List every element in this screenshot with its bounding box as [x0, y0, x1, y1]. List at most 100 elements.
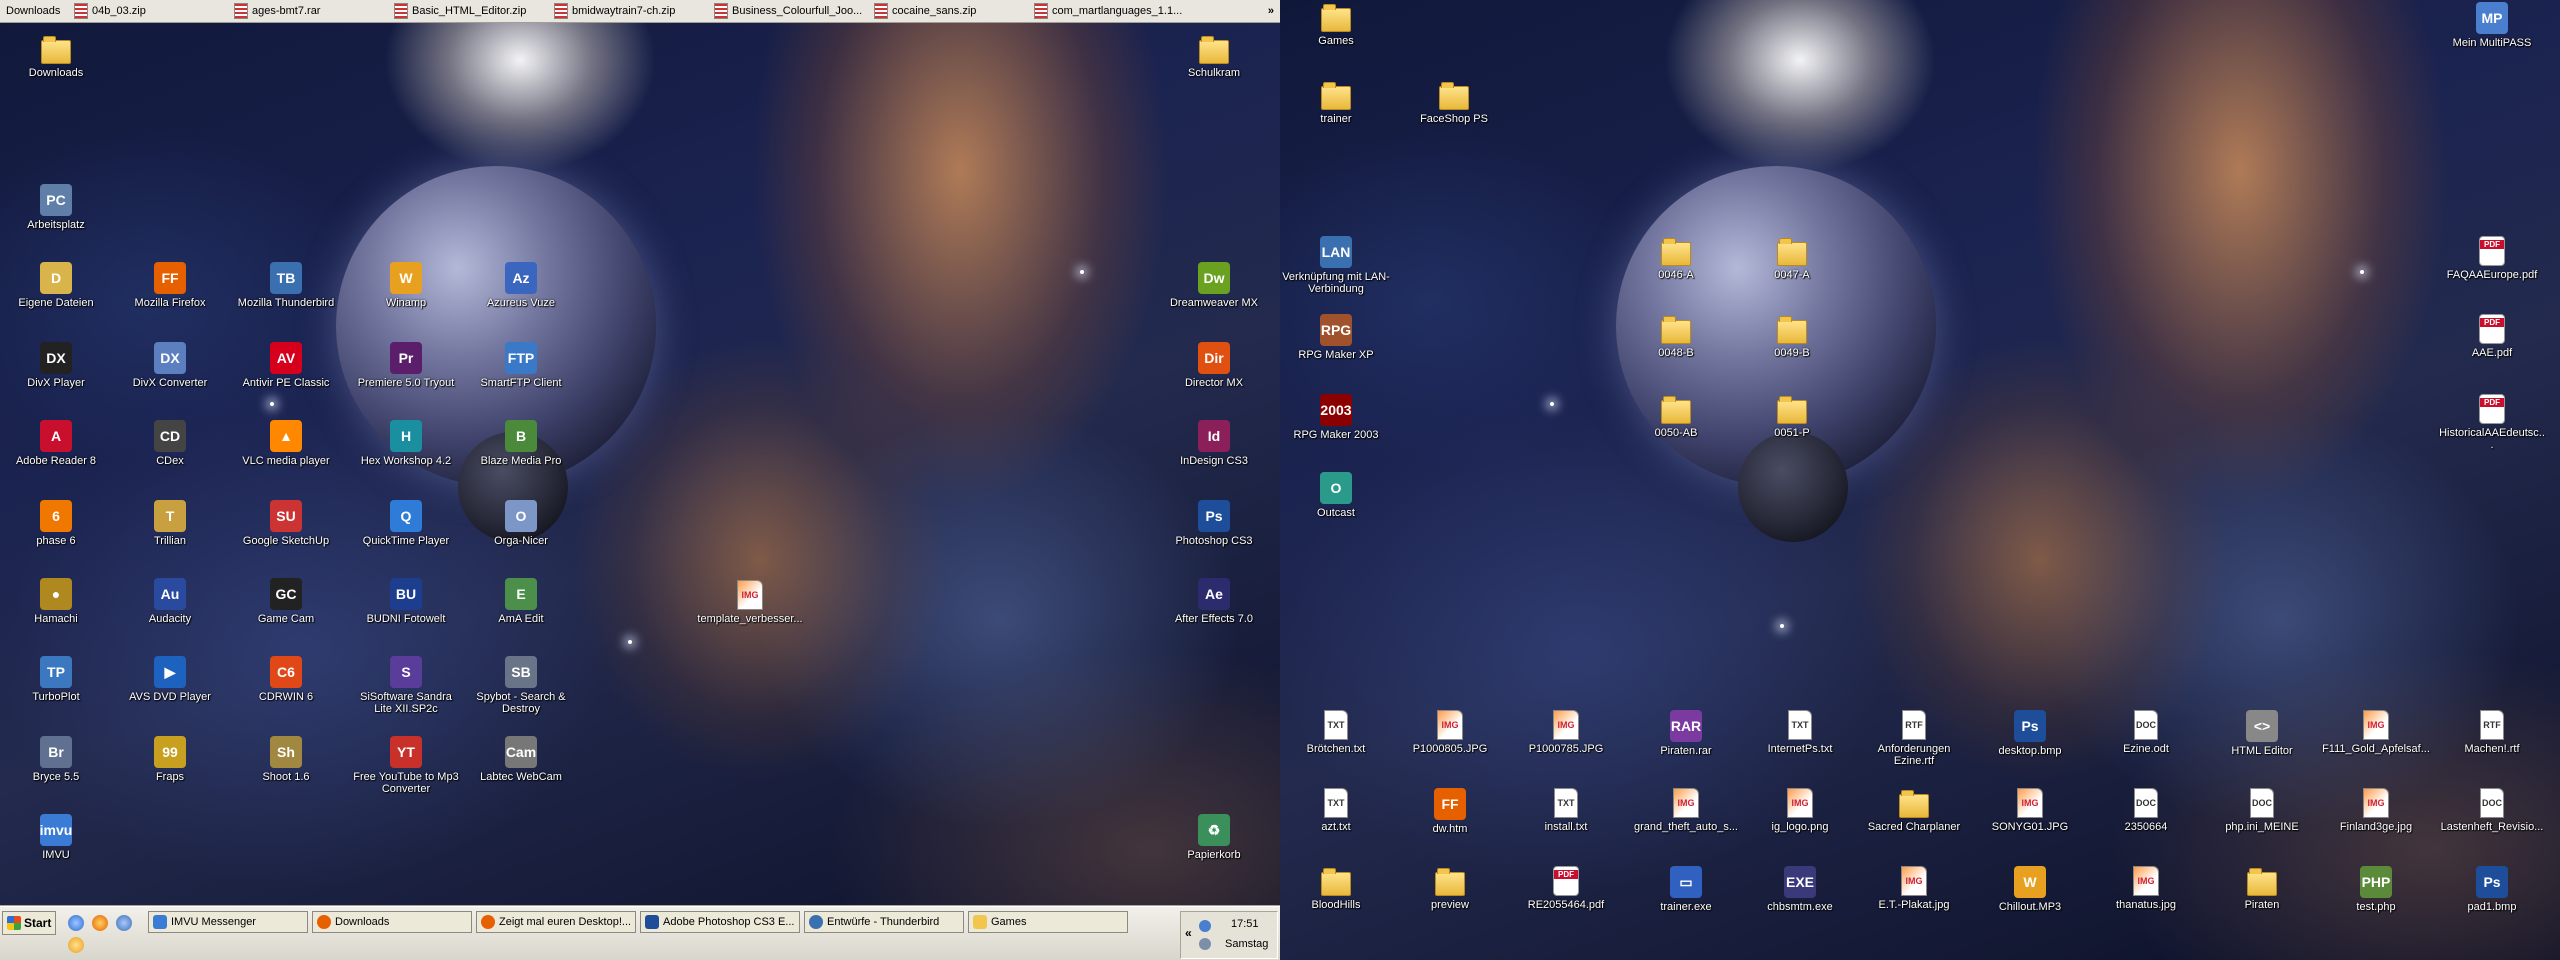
- desktop-icon[interactable]: GC Game Cam: [232, 578, 340, 625]
- desktop-icon[interactable]: Cam Labtec WebCam: [467, 736, 575, 783]
- desktop-icon[interactable]: Ps desktop.bmp: [1976, 710, 2084, 757]
- desktop-icon[interactable]: IMG E.T.-Plakat.jpg: [1860, 866, 1968, 911]
- desktop-icon[interactable]: TXT azt.txt: [1282, 788, 1390, 833]
- desktop-icon[interactable]: DOC Lastenheft_Revisio...: [2438, 788, 2546, 833]
- desktop-icon[interactable]: RPG RPG Maker XP: [1282, 314, 1390, 361]
- desktop-icon[interactable]: Sh Shoot 1.6: [232, 736, 340, 783]
- desktop-icon[interactable]: BU BUDNI Fotowelt: [352, 578, 460, 625]
- download-item[interactable]: cocaine_sans.zip: [874, 3, 1034, 19]
- download-item[interactable]: ages-bmt7.rar: [234, 3, 394, 19]
- desktop-icon[interactable]: FTP SmartFTP Client: [467, 342, 575, 389]
- desktop-icon[interactable]: Pr Premiere 5.0 Tryout: [352, 342, 460, 389]
- desktop-icon[interactable]: Games: [1282, 2, 1390, 47]
- taskbar-button-downloads[interactable]: Downloads: [312, 911, 472, 933]
- desktop-icon[interactable]: RTF Anforderungen Ezine.rtf: [1860, 710, 1968, 767]
- desktop-icon[interactable]: B Blaze Media Pro: [467, 420, 575, 467]
- download-item[interactable]: 04b_03.zip: [74, 3, 234, 19]
- desktop-icon[interactable]: IMG P1000785.JPG: [1512, 710, 1620, 755]
- desktop-icon[interactable]: 0051-P: [1738, 394, 1846, 439]
- desktop-icon[interactable]: Ps Photoshop CS3: [1160, 500, 1268, 547]
- desktop-icon[interactable]: Ps pad1.bmp: [2438, 866, 2546, 913]
- desktop-icon[interactable]: PHP test.php: [2322, 866, 2430, 913]
- desktop-icon[interactable]: Br Bryce 5.5: [2, 736, 110, 783]
- desktop-icon[interactable]: <> HTML Editor: [2208, 710, 2316, 757]
- desktop-icon[interactable]: Dir Director MX: [1160, 342, 1268, 389]
- desktop-icon[interactable]: ▲ VLC media player: [232, 420, 340, 467]
- desktop-icon[interactable]: TXT install.txt: [1512, 788, 1620, 833]
- desktop-icon[interactable]: 0049-B: [1738, 314, 1846, 359]
- desktop-icon[interactable]: AAE.pdf: [2438, 314, 2546, 359]
- desktop-icon[interactable]: SU Google SketchUp: [232, 500, 340, 547]
- desktop-icon[interactable]: DX DivX Player: [2, 342, 110, 389]
- desktop-icon[interactable]: RE2055464.pdf: [1512, 866, 1620, 911]
- desktop-icon[interactable]: YT Free YouTube to Mp3 Converter: [352, 736, 460, 795]
- taskbar-button-forum[interactable]: Zeigt mal euren Desktop!...: [476, 911, 636, 933]
- desktop-icon[interactable]: IMG F111_Gold_Apfelsaf...: [2322, 710, 2430, 755]
- desktop-icon[interactable]: IMG Finland3ge.jpg: [2322, 788, 2430, 833]
- start-button[interactable]: Start: [2, 911, 56, 935]
- desktop-icon[interactable]: Dw Dreamweaver MX: [1160, 262, 1268, 309]
- desktop-icon[interactable]: Au Audacity: [116, 578, 224, 625]
- clock[interactable]: 17:51: [1231, 918, 1259, 930]
- desktop-icon[interactable]: 0047-A: [1738, 236, 1846, 281]
- desktop-icon[interactable]: ▶ AVS DVD Player: [116, 656, 224, 703]
- desktop-icon[interactable]: FF dw.htm: [1396, 788, 1504, 835]
- desktop-icon[interactable]: 2003 RPG Maker 2003: [1282, 394, 1390, 441]
- desktop-icon[interactable]: IMG template_verbesser...: [696, 580, 804, 625]
- desktop-icon[interactable]: trainer: [1282, 80, 1390, 125]
- desktop-icon[interactable]: H Hex Workshop 4.2: [352, 420, 460, 467]
- desktop-icon[interactable]: 99 Fraps: [116, 736, 224, 783]
- taskbar-button-imvu[interactable]: IMVU Messenger: [148, 911, 308, 933]
- desktop-icon[interactable]: LAN Verknüpfung mit LAN-Verbindung: [1282, 236, 1390, 295]
- download-item[interactable]: Business_Colourfull_Joo...: [714, 3, 874, 19]
- desktop-icon[interactable]: AV Antivir PE Classic: [232, 342, 340, 389]
- desktop-icon[interactable]: BloodHills: [1282, 866, 1390, 911]
- desktop-icon[interactable]: CD CDex: [116, 420, 224, 467]
- desktop-icon[interactable]: Downloads: [2, 34, 110, 79]
- download-item[interactable]: com_martlanguages_1.1...: [1034, 3, 1194, 19]
- desktop-icon[interactable]: imvu IMVU: [2, 814, 110, 861]
- taskbar-button-games[interactable]: Games: [968, 911, 1128, 933]
- taskbar-button-photoshop[interactable]: Adobe Photoshop CS3 E...: [640, 911, 800, 933]
- desktop-icon[interactable]: Q QuickTime Player: [352, 500, 460, 547]
- desktop-icon[interactable]: FF Mozilla Firefox: [116, 262, 224, 309]
- desktop-icon[interactable]: DOC Ezine.odt: [2092, 710, 2200, 755]
- desktop-icon[interactable]: IMG ig_logo.png: [1746, 788, 1854, 833]
- desktop-icon[interactable]: TP TurboPlot: [2, 656, 110, 703]
- desktop-icon[interactable]: ● Hamachi: [2, 578, 110, 625]
- desktop-icon[interactable]: IMG P1000805.JPG: [1396, 710, 1504, 755]
- download-item[interactable]: bmidwaytrain7-ch.zip: [554, 3, 714, 19]
- volume-tray-icon[interactable]: [1199, 938, 1211, 950]
- desktop-icon[interactable]: DX DivX Converter: [116, 342, 224, 389]
- desktop-icon[interactable]: Sacred Charplaner: [1860, 788, 1968, 833]
- desktop-icon[interactable]: O Orga-Nicer: [467, 500, 575, 547]
- download-item[interactable]: Basic_HTML_Editor.zip: [394, 3, 554, 19]
- desktop-icon[interactable]: T Trillian: [116, 500, 224, 547]
- desktop-icon[interactable]: preview: [1396, 866, 1504, 911]
- desktop-icon[interactable]: E AmA Edit: [467, 578, 575, 625]
- desktop-icon[interactable]: Piraten: [2208, 866, 2316, 911]
- winamp-quicklaunch-icon[interactable]: [68, 937, 84, 953]
- desktop-icon[interactable]: A Adobe Reader 8: [2, 420, 110, 467]
- desktop-icon[interactable]: PC Arbeitsplatz: [2, 184, 110, 231]
- desktop-icon[interactable]: TB Mozilla Thunderbird: [232, 262, 340, 309]
- thunderbird-quicklaunch-icon[interactable]: [116, 915, 132, 931]
- desktop-icon[interactable]: IMG thanatus.jpg: [2092, 866, 2200, 911]
- desktop-icon[interactable]: FAQAAEurope.pdf: [2438, 236, 2546, 281]
- desktop-icon[interactable]: 0050-AB: [1622, 394, 1730, 439]
- downloads-more-chevron[interactable]: »: [1268, 5, 1274, 17]
- desktop-icon[interactable]: EXE chbsmtm.exe: [1746, 866, 1854, 913]
- desktop-icon[interactable]: S SiSoftware Sandra Lite XII.SP2c: [352, 656, 460, 715]
- taskbar-button-thunderbird[interactable]: Entwürfe - Thunderbird: [804, 911, 964, 933]
- desktop-icon[interactable]: O Outcast: [1282, 472, 1390, 519]
- desktop-icon[interactable]: RTF Machen!.rtf: [2438, 710, 2546, 755]
- desktop-icon[interactable]: Schulkram: [1160, 34, 1268, 79]
- desktop-icon[interactable]: DOC 2350664: [2092, 788, 2200, 833]
- desktop-icon[interactable]: TXT InternetPs.txt: [1746, 710, 1854, 755]
- tray-expand-chevron[interactable]: «: [1185, 926, 1192, 940]
- desktop-icon[interactable]: SB Spybot - Search & Destroy: [467, 656, 575, 715]
- desktop-icon[interactable]: TXT Brötchen.txt: [1282, 710, 1390, 755]
- desktop-icon[interactable]: DOC php.ini_MEINE: [2208, 788, 2316, 833]
- desktop-icon[interactable]: W Winamp: [352, 262, 460, 309]
- desktop-icon[interactable]: 6 phase 6: [2, 500, 110, 547]
